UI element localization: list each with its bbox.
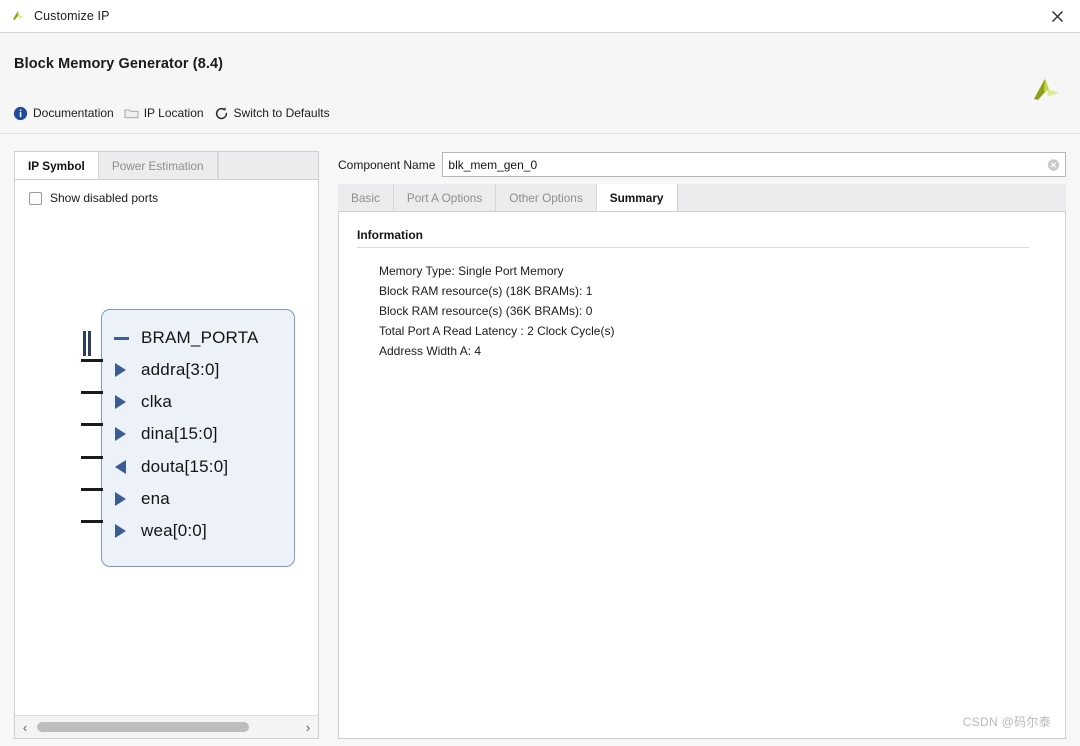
information-heading: Information xyxy=(357,228,423,242)
symbol-canvas: Show disabled ports BRAM_PORTA xyxy=(15,181,318,715)
port-label-bram-porta: BRAM_PORTA xyxy=(141,328,259,348)
switch-to-defaults-button[interactable]: Switch to Defaults xyxy=(211,102,337,124)
port-stub-ena xyxy=(81,488,103,491)
info-memory-type: Memory Type: Single Port Memory xyxy=(379,261,614,281)
port-row-bram-porta[interactable]: BRAM_PORTA xyxy=(113,327,259,349)
watermark: CSDN @码尔泰 xyxy=(963,713,1051,730)
tab-summary[interactable]: Summary xyxy=(597,184,678,211)
clear-circle-icon[interactable] xyxy=(1047,158,1060,171)
left-tabstrip: IP Symbol Power Estimation xyxy=(15,152,318,180)
tab-basic[interactable]: Basic xyxy=(338,184,394,211)
port-stub-douta xyxy=(81,456,103,459)
close-button[interactable] xyxy=(1034,0,1080,32)
scroll-right-arrow-icon[interactable]: › xyxy=(298,716,318,738)
output-arrow-icon xyxy=(113,460,135,474)
port-stub-clka xyxy=(81,391,103,394)
port-label-douta: douta[15:0] xyxy=(141,457,228,477)
folder-icon xyxy=(124,106,139,121)
port-stub-wea xyxy=(81,520,103,523)
summary-content: Information Memory Type: Single Port Mem… xyxy=(338,212,1066,739)
xilinx-brand-logo-icon xyxy=(1024,70,1064,110)
port-row-wea[interactable]: wea[0:0] xyxy=(113,520,207,542)
input-arrow-icon xyxy=(113,427,135,441)
information-list: Memory Type: Single Port Memory Block RA… xyxy=(379,261,614,361)
show-disabled-ports-checkbox[interactable] xyxy=(29,192,42,205)
ip-symbol-panel: IP Symbol Power Estimation Show disabled… xyxy=(14,151,319,739)
dialog-header: Block Memory Generator (8.4) Documentati… xyxy=(0,33,1080,134)
customize-ip-dialog: Customize IP Block Memory Generator (8.4… xyxy=(0,0,1080,746)
tab-other-options[interactable]: Other Options xyxy=(496,184,596,211)
close-icon xyxy=(1051,10,1064,23)
page-title: Block Memory Generator (8.4) xyxy=(14,56,223,72)
ip-location-label: IP Location xyxy=(144,107,204,119)
configuration-panel: Component Name Basic Port A Options Othe… xyxy=(338,151,1066,739)
title-bar: Customize IP xyxy=(0,0,1080,33)
scrollbar-track[interactable] xyxy=(35,716,298,738)
info-icon xyxy=(13,106,28,121)
bus-dash-icon xyxy=(113,337,135,340)
port-row-clka[interactable]: clka xyxy=(113,391,172,413)
port-label-ena: ena xyxy=(141,489,170,509)
tab-port-a-options-label: Port A Options xyxy=(407,191,482,205)
left-tabstrip-filler xyxy=(218,152,318,179)
show-disabled-ports-row: Show disabled ports xyxy=(15,181,318,205)
symbol-horizontal-scrollbar[interactable]: ‹ › xyxy=(15,715,318,738)
component-name-field[interactable] xyxy=(442,152,1066,177)
window-title: Customize IP xyxy=(34,9,110,23)
input-arrow-icon xyxy=(113,363,135,377)
ip-symbol-graphic: BRAM_PORTA addra[3:0] clka dina[15:0] do… xyxy=(75,309,300,574)
scroll-left-arrow-icon[interactable]: ‹ xyxy=(15,716,35,738)
header-toolbar: Documentation IP Location Switch to xyxy=(10,102,337,124)
tab-power-estimation[interactable]: Power Estimation xyxy=(99,152,218,179)
port-label-dina: dina[15:0] xyxy=(141,424,218,444)
port-row-dina[interactable]: dina[15:0] xyxy=(113,423,218,445)
port-label-clka: clka xyxy=(141,392,172,412)
refresh-icon xyxy=(214,106,229,121)
tab-port-a-options[interactable]: Port A Options xyxy=(394,184,496,211)
xilinx-logo-icon xyxy=(9,7,27,25)
port-row-douta[interactable]: douta[15:0] xyxy=(113,456,228,478)
tab-summary-label: Summary xyxy=(610,191,664,205)
scrollbar-thumb[interactable] xyxy=(37,722,249,732)
tab-other-options-label: Other Options xyxy=(509,191,582,205)
documentation-button[interactable]: Documentation xyxy=(10,102,121,124)
config-tabstrip: Basic Port A Options Other Options Summa… xyxy=(338,184,1066,212)
port-row-ena[interactable]: ena xyxy=(113,488,170,510)
tab-ip-symbol-label: IP Symbol xyxy=(28,159,85,173)
info-bram-18k: Block RAM resource(s) (18K BRAMs): 1 xyxy=(379,281,614,301)
port-label-wea: wea[0:0] xyxy=(141,521,207,541)
component-name-input[interactable] xyxy=(443,153,1065,176)
info-read-latency: Total Port A Read Latency : 2 Clock Cycl… xyxy=(379,321,614,341)
tab-ip-symbol[interactable]: IP Symbol xyxy=(15,152,99,179)
input-arrow-icon xyxy=(113,492,135,506)
port-label-addra: addra[3:0] xyxy=(141,360,220,380)
tab-basic-label: Basic xyxy=(351,191,380,205)
information-divider xyxy=(357,247,1029,248)
info-address-width-a: Address Width A: 4 xyxy=(379,341,614,361)
input-arrow-icon xyxy=(113,524,135,538)
info-bram-36k: Block RAM resource(s) (36K BRAMs): 0 xyxy=(379,301,614,321)
port-row-addra[interactable]: addra[3:0] xyxy=(113,359,220,381)
show-disabled-ports-label: Show disabled ports xyxy=(50,191,158,205)
component-name-row: Component Name xyxy=(338,151,1066,178)
tab-power-estimation-label: Power Estimation xyxy=(112,159,204,173)
bus-connector-stub xyxy=(83,331,92,356)
switch-to-defaults-label: Switch to Defaults xyxy=(234,107,330,119)
input-arrow-icon xyxy=(113,395,135,409)
component-name-label: Component Name xyxy=(338,158,442,172)
port-stub-addra xyxy=(81,359,103,362)
ip-location-button[interactable]: IP Location xyxy=(121,102,211,124)
port-stub-dina xyxy=(81,423,103,426)
documentation-label: Documentation xyxy=(33,107,114,119)
